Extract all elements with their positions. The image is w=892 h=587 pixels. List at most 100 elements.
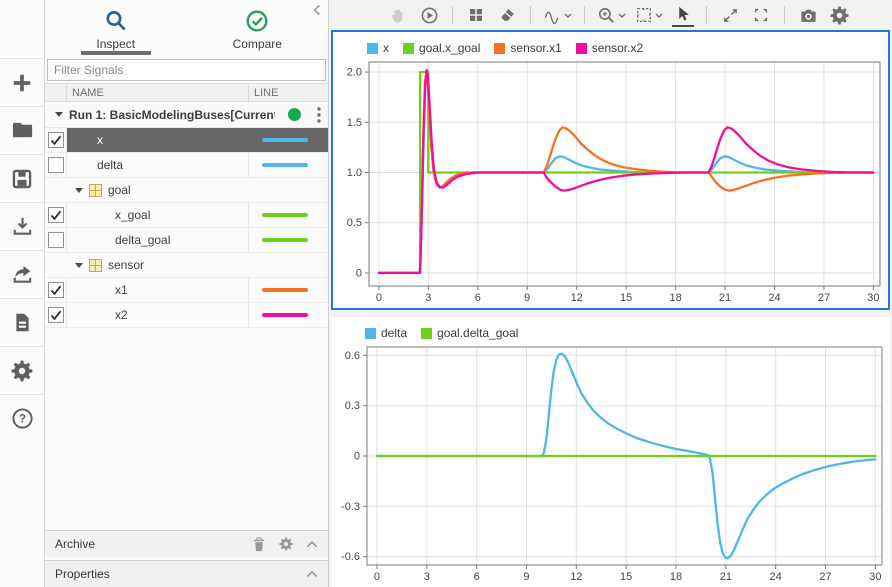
line-swatch — [262, 238, 308, 242]
save-button[interactable] — [0, 154, 44, 202]
toolbar-separator — [784, 6, 785, 24]
svg-text:3: 3 — [424, 571, 430, 583]
legend-item-goal.x_goal: goal.x_goal — [403, 41, 480, 55]
help-icon — [13, 409, 31, 427]
signal-row-x[interactable]: x — [45, 128, 328, 153]
line-swatch — [262, 163, 308, 167]
toolbar-separator — [452, 6, 453, 24]
signal-row-delta[interactable]: delta — [45, 153, 328, 178]
signal-row-delta_goal[interactable]: delta_goal — [45, 228, 328, 253]
layout-button[interactable] — [465, 3, 487, 27]
bus-row-goal[interactable]: goal — [45, 178, 328, 203]
fullscreen-button[interactable] — [750, 3, 772, 27]
signal-label: x2 — [115, 308, 128, 322]
replay-icon — [422, 8, 436, 22]
svg-text:0.3: 0.3 — [345, 400, 360, 412]
collapse-panel-button[interactable] — [312, 4, 322, 16]
open-icon — [12, 123, 31, 137]
signal-checkbox-x[interactable] — [45, 128, 67, 152]
legend-item-goal.delta_goal: goal.delta_goal — [421, 326, 518, 340]
snapshot-button[interactable] — [797, 3, 819, 27]
svg-text:12: 12 — [570, 571, 582, 583]
svg-text:1.5: 1.5 — [347, 117, 362, 129]
name-column-header: NAME — [67, 87, 248, 99]
toolbar-separator — [584, 6, 585, 24]
signal-checkbox-x1[interactable] — [45, 278, 67, 302]
signal-list-empty-area — [45, 328, 328, 530]
bus-label: goal — [108, 183, 131, 197]
bus-icon — [89, 184, 102, 197]
plot-panel-bottom[interactable]: deltagoal.delta_goal 036912151821242730-… — [331, 317, 890, 587]
import-button[interactable] — [0, 202, 44, 250]
signal-checkbox-x2[interactable] — [45, 303, 67, 327]
export-button[interactable] — [0, 250, 44, 298]
archive-section-header[interactable]: Archive — [45, 530, 328, 557]
add-button[interactable] — [0, 58, 44, 106]
help-button[interactable] — [0, 394, 44, 442]
signal-row-x2[interactable]: x2 — [45, 303, 328, 328]
pointer-button[interactable] — [672, 3, 694, 27]
expand-button[interactable] — [719, 3, 741, 27]
line-swatch — [262, 138, 308, 142]
tab-compare[interactable]: Compare — [187, 0, 329, 57]
bus-expander-icon[interactable] — [75, 263, 83, 268]
expand-icon — [724, 9, 735, 20]
legend-swatch — [494, 43, 505, 54]
pan-button[interactable] — [387, 3, 409, 27]
archive-label: Archive — [55, 537, 95, 551]
plot-bottom-legend: deltagoal.delta_goal — [331, 317, 890, 343]
svg-text:27: 27 — [819, 571, 831, 583]
bus-expander-icon[interactable] — [75, 188, 83, 193]
signal-checkbox-x_goal[interactable] — [45, 203, 67, 227]
signal-checkbox-delta_goal[interactable] — [45, 228, 67, 252]
plot-panel-top[interactable]: xgoal.x_goalsensor.x1sensor.x2 036912151… — [331, 30, 890, 310]
legend-swatch — [367, 43, 378, 54]
svg-text:15: 15 — [620, 571, 632, 583]
svg-text:0: 0 — [376, 292, 382, 304]
tab-inspect[interactable]: Inspect — [45, 0, 187, 57]
toolbar-separator — [706, 6, 707, 24]
run-expander-icon[interactable] — [55, 112, 63, 117]
svg-text:21: 21 — [719, 292, 731, 304]
properties-section-header[interactable]: Properties — [45, 560, 328, 587]
pan-icon — [391, 9, 402, 22]
filter-signals-input[interactable] — [47, 59, 326, 81]
clear-plots-icon — [501, 9, 514, 21]
create-report-button[interactable] — [0, 298, 44, 346]
replay-button[interactable] — [418, 3, 440, 27]
svg-text:30: 30 — [869, 571, 881, 583]
snapshot-icon — [801, 9, 815, 21]
fit-to-view-icon — [638, 9, 651, 22]
run-label: Run 1: BasicModelingBuses[Current] — [69, 108, 275, 122]
signal-row-x_goal[interactable]: x_goal — [45, 203, 328, 228]
svg-text:24: 24 — [770, 571, 782, 583]
svg-text:18: 18 — [669, 292, 681, 304]
svg-text:3: 3 — [425, 292, 431, 304]
svg-text:12: 12 — [571, 292, 583, 304]
open-button[interactable] — [0, 106, 44, 154]
clear-plots-button[interactable] — [496, 3, 518, 27]
run-row[interactable]: Run 1: BasicModelingBuses[Current] — [45, 102, 328, 128]
preferences-button[interactable] — [0, 346, 44, 394]
search-icon — [108, 12, 125, 29]
signals-panel: Inspect Compare NAME LINE Run 1: BasicMo… — [45, 0, 329, 587]
svg-text:0.6: 0.6 — [345, 350, 360, 362]
bus-row-sensor[interactable]: sensor — [45, 253, 328, 278]
plot-bottom-area[interactable]: 036912151821242730-0.6-0.300.30.6 — [331, 343, 890, 587]
svg-text:2.0: 2.0 — [347, 67, 362, 79]
signal-style-button[interactable] — [543, 3, 572, 27]
signal-label: delta_goal — [115, 233, 170, 247]
run-menu-button[interactable] — [317, 107, 321, 123]
legend-swatch — [576, 43, 587, 54]
fullscreen-icon — [756, 10, 767, 21]
plot-top-area[interactable]: 03691215182124273000.51.01.52.0 — [333, 58, 888, 308]
settings-button[interactable] — [828, 3, 850, 27]
checkbox-column-header — [45, 84, 67, 101]
fit-to-view-button[interactable] — [635, 3, 663, 27]
zoom-in-button[interactable] — [597, 3, 626, 27]
svg-text:6: 6 — [474, 571, 480, 583]
legend-item-sensor.x1: sensor.x1 — [494, 41, 561, 55]
signal-checkbox-delta[interactable] — [45, 153, 67, 177]
svg-text:0: 0 — [374, 571, 380, 583]
signal-row-x1[interactable]: x1 — [45, 278, 328, 303]
